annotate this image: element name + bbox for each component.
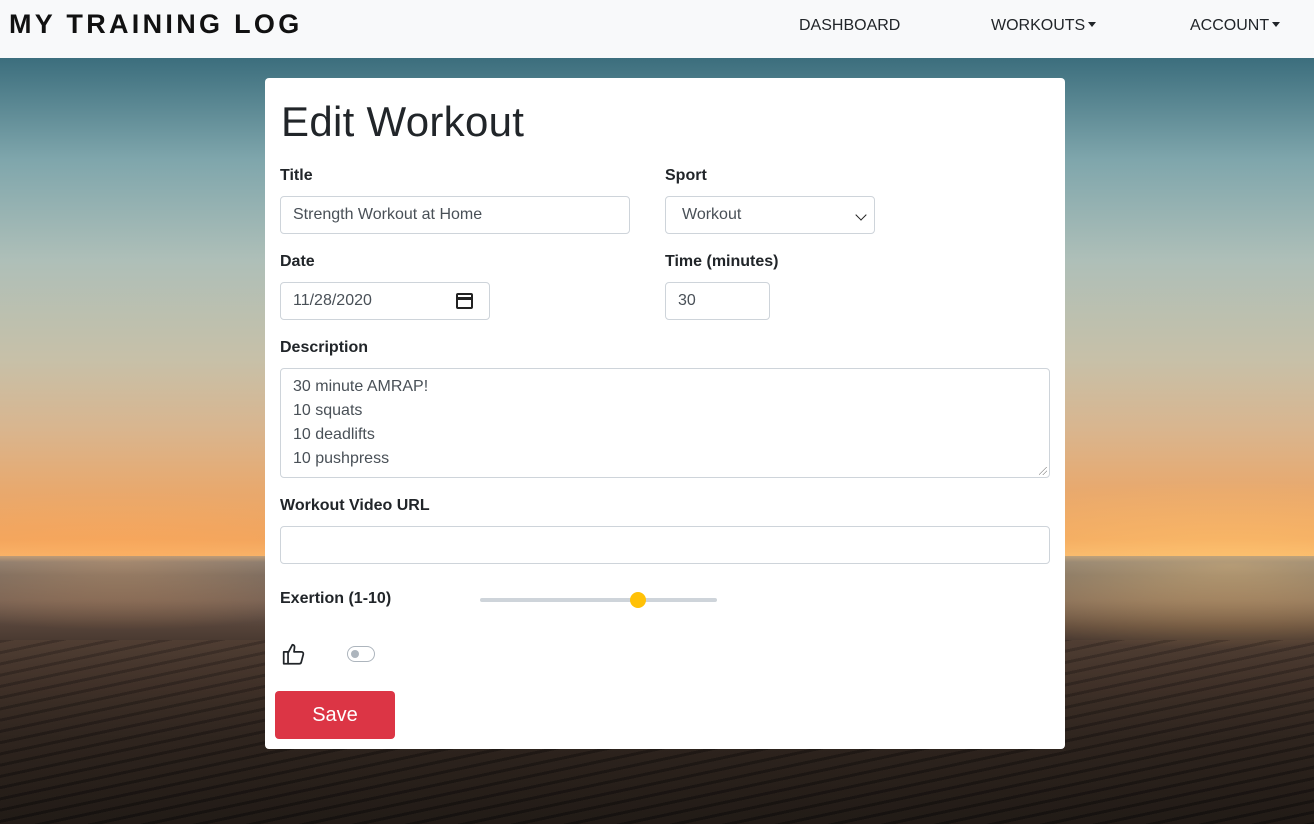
brand-logo[interactable]: MY TRAINING LOG bbox=[9, 9, 303, 40]
description-textarea[interactable]: 30 minute AMRAP! 10 squats 10 deadlifts … bbox=[280, 368, 1050, 478]
sport-select-value: Workout bbox=[682, 206, 742, 223]
chevron-down-icon bbox=[855, 209, 867, 221]
video-url-label: Workout Video URL bbox=[280, 497, 430, 514]
nav-workouts-label: WORKOUTS bbox=[991, 17, 1086, 34]
navbar: MY TRAINING LOG DASHBOARD WORKOUTS ACCOU… bbox=[0, 0, 1314, 58]
date-label: Date bbox=[280, 253, 315, 270]
page-title: Edit Workout bbox=[281, 98, 525, 145]
edit-workout-card: Edit Workout Title Strength Workout at H… bbox=[265, 78, 1065, 749]
thumbs-up-icon bbox=[282, 643, 305, 665]
time-label: Time (minutes) bbox=[665, 253, 779, 270]
nav-account-label: ACCOUNT bbox=[1190, 17, 1270, 34]
description-line: 30 minute AMRAP! bbox=[293, 378, 429, 395]
resize-handle[interactable] bbox=[1039, 467, 1047, 475]
video-url-input[interactable] bbox=[280, 526, 1050, 564]
title-input[interactable]: Strength Workout at Home bbox=[280, 196, 630, 234]
description-line: 10 squats bbox=[293, 402, 363, 419]
sport-select[interactable]: Workout bbox=[665, 196, 875, 234]
exertion-label: Exertion (1-10) bbox=[280, 590, 392, 607]
nav-workouts-dropdown[interactable]: WORKOUTS bbox=[991, 17, 1097, 35]
description-label: Description bbox=[280, 339, 369, 356]
nav-account-dropdown[interactable]: ACCOUNT bbox=[1190, 17, 1281, 35]
caret-down-icon bbox=[1088, 22, 1097, 27]
save-button[interactable]: Save bbox=[275, 691, 395, 739]
description-line: 10 deadlifts bbox=[293, 426, 375, 443]
nav-dashboard[interactable]: DASHBOARD bbox=[799, 17, 900, 35]
calendar-icon[interactable] bbox=[456, 293, 473, 309]
caret-down-icon bbox=[1272, 22, 1281, 27]
exertion-slider-thumb[interactable] bbox=[630, 592, 646, 608]
title-input-value: Strength Workout at Home bbox=[293, 206, 483, 223]
description-line: 10 pushpress bbox=[293, 450, 390, 467]
time-input-value: 30 bbox=[678, 292, 696, 309]
title-label: Title bbox=[280, 167, 313, 184]
exertion-slider[interactable] bbox=[480, 592, 717, 608]
sport-label: Sport bbox=[665, 167, 707, 184]
like-toggle-switch[interactable] bbox=[347, 646, 375, 662]
like-toggle-knob bbox=[351, 650, 359, 658]
date-input-value: 11/28/2020 bbox=[293, 292, 372, 309]
time-input[interactable]: 30 bbox=[665, 282, 770, 320]
nav-dashboard-label: DASHBOARD bbox=[799, 17, 901, 34]
date-input[interactable]: 11/28/2020 bbox=[280, 282, 490, 320]
